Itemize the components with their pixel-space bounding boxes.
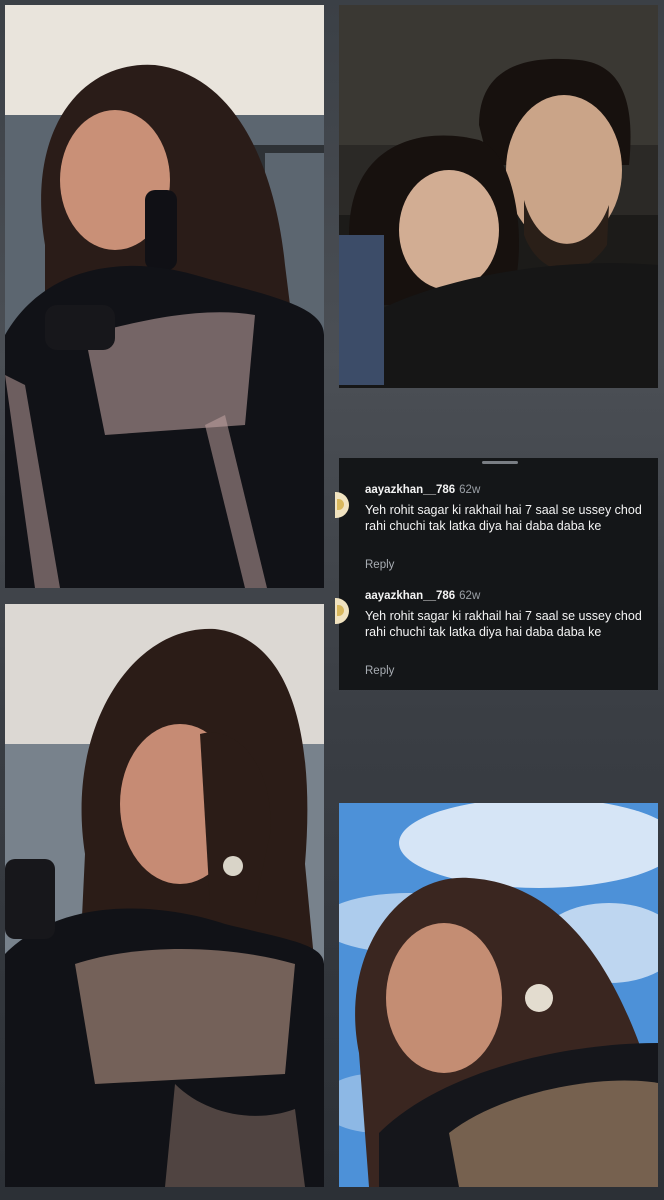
- photo-couple-night-image: [339, 5, 658, 388]
- avatar[interactable]: [335, 598, 349, 624]
- photo-woman-black-suit-profile: [5, 5, 324, 588]
- photo-woman-black-suit-profile-image: [5, 5, 324, 588]
- photo-woman-selfie-blue-sky: [339, 803, 658, 1187]
- photo-woman-selfie-blue-sky-image: [339, 803, 658, 1187]
- comments-panel: aayazkhan__786 62w Yeh rohit sagar ki rak…: [335, 458, 658, 690]
- comment-time: 62w: [459, 484, 481, 496]
- sheet-drag-handle[interactable]: [482, 461, 518, 464]
- avatar[interactable]: [335, 492, 349, 518]
- reply-button[interactable]: Reply: [365, 559, 394, 571]
- photo-couple-night: [339, 5, 658, 388]
- reply-button[interactable]: Reply: [365, 665, 394, 677]
- photo-woman-looking-side-image: [5, 604, 324, 1187]
- photo-woman-looking-side: [5, 604, 324, 1187]
- comment-username[interactable]: aayazkhan__786: [365, 484, 455, 496]
- comment-text: Yeh rohit sagar ki rakhail hai 7 saal se…: [365, 503, 642, 533]
- comment-time: 62w: [459, 590, 481, 602]
- comment-username[interactable]: aayazkhan__786: [365, 590, 455, 602]
- comment-meta: aayazkhan__786 62w: [365, 590, 480, 602]
- comment-meta: aayazkhan__786 62w: [365, 484, 480, 496]
- comment-text: Yeh rohit sagar ki rakhail hai 7 saal se…: [365, 609, 642, 639]
